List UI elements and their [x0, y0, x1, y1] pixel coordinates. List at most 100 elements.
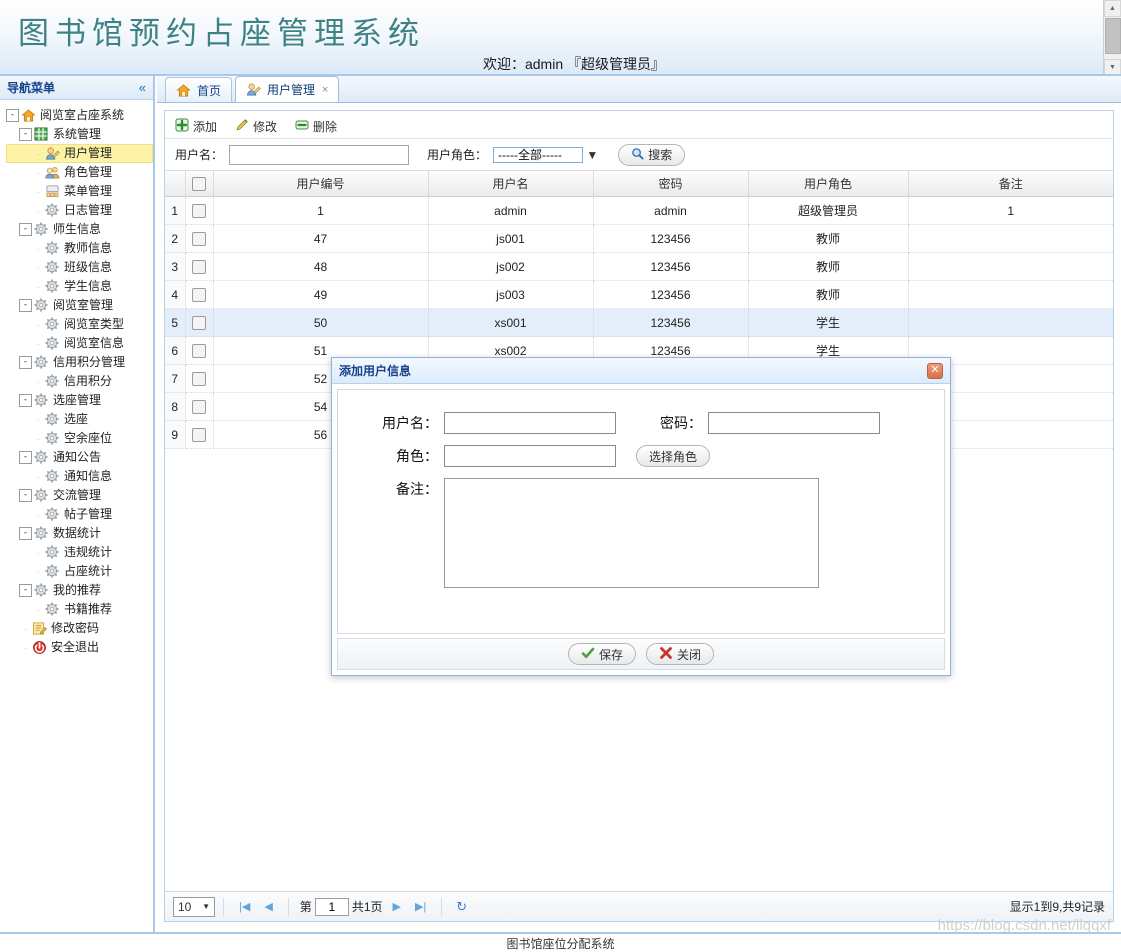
col-header-userid[interactable]: 用户编号: [213, 171, 429, 197]
tree-toggle-icon[interactable]: -: [19, 128, 32, 141]
table-row[interactable]: 3 48 js002 123456 教师: [165, 252, 1113, 281]
sidebar-item-6[interactable]: - 师生信息: [6, 220, 153, 239]
sidebar-item-3[interactable]: · 角色管理: [6, 163, 153, 182]
sidebar-item-20[interactable]: - 交流管理: [6, 486, 153, 505]
scroll-up-icon[interactable]: ▲: [1104, 0, 1121, 17]
row-checkbox[interactable]: [192, 231, 206, 246]
prev-page-icon[interactable]: ◀: [257, 900, 279, 913]
search-role-select[interactable]: -----全部----- ▼: [493, 146, 598, 164]
row-checkbox[interactable]: [192, 203, 206, 218]
sidebar-item-14[interactable]: · 信用积分: [6, 372, 153, 391]
col-header-remark[interactable]: 备注: [908, 171, 1113, 197]
search-username-input[interactable]: [229, 144, 410, 165]
search-button[interactable]: 搜索: [618, 143, 686, 166]
page-number-input[interactable]: [314, 897, 349, 916]
row-checkbox[interactable]: [192, 399, 206, 414]
sidebar-item-0[interactable]: - 阅览室占座系统: [6, 106, 153, 125]
sidebar-item-16[interactable]: · 选座: [6, 410, 153, 429]
sidebar-item-15[interactable]: - 选座管理: [6, 391, 153, 410]
select-all-header[interactable]: [185, 171, 214, 197]
tab-close-icon[interactable]: ×: [322, 84, 328, 96]
row-checkbox[interactable]: [192, 371, 206, 386]
table-row[interactable]: 4 49 js003 123456 教师: [165, 280, 1113, 309]
close-button[interactable]: 关闭: [646, 643, 715, 665]
choose-role-button[interactable]: 选择角色: [636, 445, 711, 467]
scrollbar-thumb[interactable]: [1105, 18, 1121, 54]
delete-button[interactable]: 删除: [295, 118, 337, 135]
tab-1[interactable]: 用户管理 ×: [235, 76, 340, 102]
table-row[interactable]: 2 47 js001 123456 教师: [165, 224, 1113, 253]
dialog-password-input[interactable]: [708, 412, 880, 434]
sidebar-item-26[interactable]: · 书籍推荐: [6, 600, 153, 619]
sidebar-item-4[interactable]: · 菜单管理: [6, 182, 153, 201]
first-page-icon[interactable]: |◀: [232, 900, 257, 913]
next-page-icon[interactable]: ▶: [386, 900, 408, 913]
row-select-cell[interactable]: [185, 252, 214, 281]
col-header-username[interactable]: 用户名: [428, 171, 594, 197]
sidebar-item-27[interactable]: · 修改密码: [6, 619, 153, 638]
row-select-cell[interactable]: [185, 308, 214, 337]
dialog-role-input[interactable]: [444, 445, 616, 467]
row-select-cell[interactable]: [185, 196, 214, 225]
tab-0[interactable]: 首页: [165, 77, 233, 102]
sidebar-item-9[interactable]: · 学生信息: [6, 277, 153, 296]
edit-button[interactable]: 修改: [235, 118, 277, 135]
col-header-role[interactable]: 用户角色: [748, 171, 909, 197]
sidebar-item-23[interactable]: · 违规统计: [6, 543, 153, 562]
save-button[interactable]: 保存: [567, 643, 636, 665]
row-checkbox[interactable]: [192, 427, 206, 442]
dialog-username-input[interactable]: [444, 412, 616, 434]
tree-toggle-icon[interactable]: -: [19, 223, 32, 236]
page-size-select[interactable]: 10 ▼: [173, 896, 215, 917]
row-checkbox[interactable]: [192, 287, 206, 302]
row-select-cell[interactable]: [185, 392, 214, 421]
tree-toggle-icon[interactable]: -: [19, 356, 32, 369]
sidebar-item-24[interactable]: · 占座统计: [6, 562, 153, 581]
refresh-icon[interactable]: ↻: [450, 899, 473, 915]
sidebar-item-13[interactable]: - 信用积分管理: [6, 353, 153, 372]
sidebar-item-1[interactable]: - 系统管理: [6, 125, 153, 144]
header-scrollbar[interactable]: ▲ ▼: [1103, 0, 1121, 74]
dialog-close-icon[interactable]: ✕: [927, 362, 943, 379]
sidebar-item-22[interactable]: - 数据统计: [6, 524, 153, 543]
row-select-cell[interactable]: [185, 420, 214, 449]
row-checkbox[interactable]: [192, 343, 206, 358]
row-select-cell[interactable]: [185, 224, 214, 253]
row-checkbox[interactable]: [192, 259, 206, 274]
col-header-password[interactable]: 密码: [593, 171, 749, 197]
sidebar-item-25[interactable]: - 我的推荐: [6, 581, 153, 600]
row-checkbox[interactable]: [192, 315, 206, 330]
sidebar-item-11[interactable]: · 阅览室类型: [6, 315, 153, 334]
table-row[interactable]: 1 1 admin admin 超级管理员 1: [165, 196, 1113, 225]
sidebar-item-8[interactable]: · 班级信息: [6, 258, 153, 277]
sidebar-item-17[interactable]: · 空余座位: [6, 429, 153, 448]
table-row[interactable]: 5 50 xs001 123456 学生: [165, 308, 1113, 337]
application-window: 图书馆预约占座管理系统 欢迎：admin 『超级管理员』 ▲ ▼ 导航菜单 « …: [0, 0, 1121, 952]
dialog-remark-textarea[interactable]: [444, 478, 819, 588]
tree-toggle-icon[interactable]: -: [19, 394, 32, 407]
chevron-down-icon[interactable]: ▼: [586, 148, 598, 162]
tree-toggle-icon[interactable]: -: [19, 451, 32, 464]
last-page-icon[interactable]: ▶|: [408, 900, 433, 913]
select-all-checkbox[interactable]: [192, 176, 206, 191]
scroll-down-icon[interactable]: ▼: [1104, 59, 1121, 74]
sidebar-item-12[interactable]: · 阅览室信息: [6, 334, 153, 353]
tree-toggle-icon[interactable]: -: [19, 489, 32, 502]
row-select-cell[interactable]: [185, 280, 214, 309]
row-select-cell[interactable]: [185, 336, 214, 365]
tree-toggle-icon[interactable]: -: [19, 527, 32, 540]
add-button[interactable]: 添加: [175, 118, 217, 135]
row-select-cell[interactable]: [185, 364, 214, 393]
sidebar-item-2[interactable]: · 用户管理: [6, 144, 153, 163]
sidebar-item-5[interactable]: · 日志管理: [6, 201, 153, 220]
tree-toggle-icon[interactable]: -: [19, 584, 32, 597]
sidebar-item-21[interactable]: · 帖子管理: [6, 505, 153, 524]
tree-toggle-icon[interactable]: -: [19, 299, 32, 312]
sidebar-item-7[interactable]: · 教师信息: [6, 239, 153, 258]
sidebar-item-28[interactable]: · 安全退出: [6, 638, 153, 657]
sidebar-item-10[interactable]: - 阅览室管理: [6, 296, 153, 315]
sidebar-item-18[interactable]: - 通知公告: [6, 448, 153, 467]
tree-toggle-icon[interactable]: -: [6, 109, 19, 122]
sidebar-item-19[interactable]: · 通知信息: [6, 467, 153, 486]
collapse-sidebar-icon[interactable]: «: [139, 81, 146, 94]
